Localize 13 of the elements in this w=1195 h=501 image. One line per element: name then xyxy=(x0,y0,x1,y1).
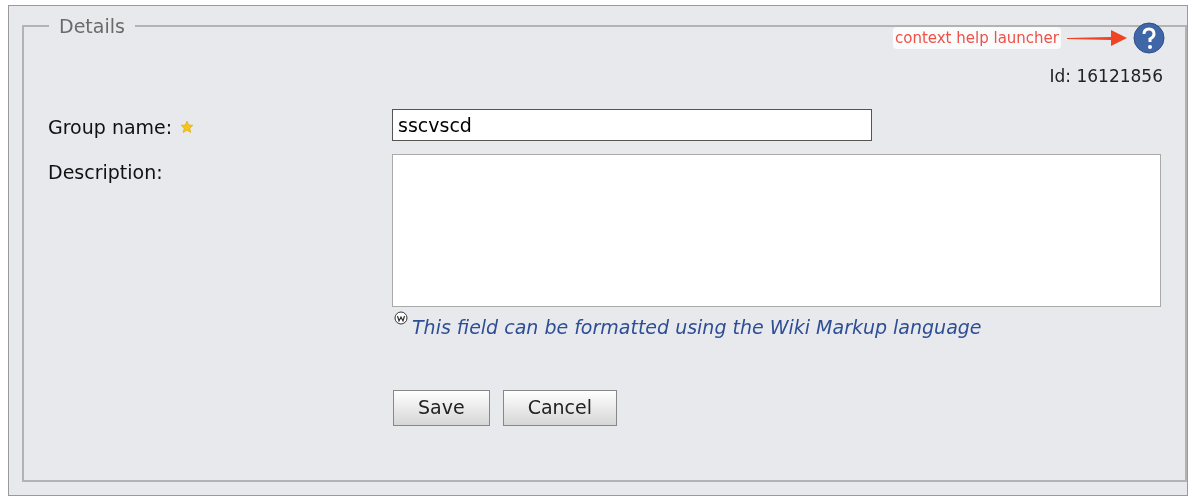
field-label: Description: xyxy=(48,160,163,185)
arrow-icon xyxy=(1065,28,1129,48)
save-button[interactable]: Save xyxy=(393,389,490,426)
fieldset-legend: Details xyxy=(49,12,135,41)
help-icon[interactable] xyxy=(1133,22,1165,54)
cancel-button[interactable]: Cancel xyxy=(502,389,617,426)
field-label: Group name: xyxy=(48,115,173,140)
group-name-field[interactable]: sscvscd xyxy=(392,109,872,141)
description-field[interactable] xyxy=(392,154,1161,307)
wiki-icon xyxy=(394,311,408,325)
hint-text: This field can be formatted using the Wiki Markup language xyxy=(412,315,982,340)
annotation-label: context help launcher xyxy=(892,26,1061,50)
record-id: Id: 16121856 xyxy=(1049,65,1164,88)
